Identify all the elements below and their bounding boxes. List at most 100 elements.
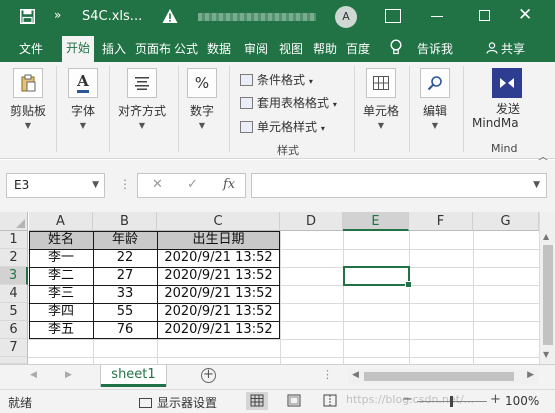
formula-bar-splitter[interactable]: ⋮ bbox=[119, 177, 131, 191]
group-divider bbox=[178, 66, 179, 152]
scroll-thumb[interactable] bbox=[364, 372, 514, 381]
enter-check-icon[interactable]: ✓ bbox=[187, 177, 198, 192]
cancel-icon[interactable]: ✕ bbox=[152, 177, 163, 192]
cell-a1[interactable]: 姓名 bbox=[29, 231, 93, 249]
number-button[interactable]: % 数字 ▼ bbox=[184, 68, 220, 130]
alignment-button[interactable]: 对齐方式 ▼ bbox=[114, 68, 170, 130]
cell-b6[interactable]: 76 bbox=[93, 321, 157, 339]
cell-styles-button[interactable]: 单元格样式 ▾ bbox=[240, 118, 325, 135]
column-header-g[interactable]: G bbox=[473, 212, 539, 231]
zoom-in-icon[interactable]: + bbox=[490, 392, 501, 407]
user-avatar[interactable]: A bbox=[335, 6, 357, 28]
cell-a2[interactable]: 李一 bbox=[29, 249, 93, 267]
warning-icon[interactable] bbox=[162, 8, 178, 24]
group-divider bbox=[109, 66, 110, 152]
cell-c3[interactable]: 2020/9/21 13:52 bbox=[157, 267, 280, 285]
cell-b4[interactable]: 33 bbox=[93, 285, 157, 303]
quick-access-more-button[interactable]: » bbox=[54, 8, 61, 22]
row-header-3[interactable]: 3 bbox=[0, 267, 28, 285]
row-header-5[interactable]: 5 bbox=[0, 303, 28, 321]
worksheet-grid[interactable]: A B C D E F G 1 2 3 4 5 6 7 姓名 年龄 出生日期 李… bbox=[0, 212, 555, 364]
cell-b5[interactable]: 55 bbox=[93, 303, 157, 321]
add-sheet-icon[interactable]: + bbox=[201, 368, 216, 383]
cell-a5[interactable]: 李四 bbox=[29, 303, 93, 321]
cell-b1[interactable]: 年龄 bbox=[93, 231, 157, 249]
cell-c1[interactable]: 出生日期 bbox=[157, 231, 280, 249]
column-header-a[interactable]: A bbox=[29, 212, 93, 231]
clipboard-button[interactable]: 剪贴板 ▼ bbox=[7, 68, 49, 130]
ribbon-display-options-icon[interactable] bbox=[385, 9, 401, 23]
conditional-formatting-button[interactable]: 条件格式 ▾ bbox=[240, 71, 313, 88]
font-button[interactable]: A 字体 ▼ bbox=[64, 68, 102, 130]
insert-function-icon[interactable]: fx bbox=[223, 177, 235, 192]
save-icon[interactable] bbox=[20, 9, 35, 24]
name-box[interactable]: E3 ▼ bbox=[6, 173, 105, 198]
normal-view-button[interactable] bbox=[246, 392, 268, 410]
cell-a4[interactable]: 李三 bbox=[29, 285, 93, 303]
zoom-out-icon[interactable]: − bbox=[402, 392, 413, 407]
scroll-up-icon[interactable]: ▲ bbox=[543, 232, 549, 241]
cell-c6[interactable]: 2020/9/21 13:52 bbox=[157, 321, 280, 339]
active-cell-e3[interactable] bbox=[343, 266, 412, 288]
tab-review[interactable]: 审阅 bbox=[244, 40, 268, 57]
row-header-7[interactable]: 7 bbox=[0, 339, 28, 357]
cell-a6[interactable]: 李五 bbox=[29, 321, 93, 339]
tab-page-layout[interactable]: 页面布 bbox=[135, 40, 171, 57]
expand-formula-bar-icon[interactable]: ▼ bbox=[533, 180, 540, 190]
tell-me-search[interactable]: 告诉我 bbox=[417, 40, 453, 57]
next-sheet-icon[interactable]: ▶ bbox=[65, 370, 72, 380]
share-button[interactable]: 共享 bbox=[486, 40, 525, 57]
cell-c5[interactable]: 2020/9/21 13:52 bbox=[157, 303, 280, 321]
page-break-view-button[interactable] bbox=[319, 392, 341, 410]
select-all-button[interactable] bbox=[0, 212, 28, 231]
cell-a3[interactable]: 李二 bbox=[29, 267, 93, 285]
row-header-2[interactable]: 2 bbox=[0, 249, 28, 267]
close-button[interactable]: ✕ bbox=[518, 5, 532, 25]
tab-insert[interactable]: 插入 bbox=[102, 40, 126, 57]
maximize-button[interactable] bbox=[479, 10, 490, 21]
horizontal-scrollbar[interactable]: ◀ ▶ bbox=[348, 369, 538, 384]
tab-splitter-icon[interactable]: ⋮ bbox=[322, 368, 333, 381]
cells-button[interactable]: 单元格 ▼ bbox=[360, 68, 402, 130]
scroll-down-icon[interactable]: ▼ bbox=[543, 350, 549, 359]
tab-data[interactable]: 数据 bbox=[207, 40, 231, 57]
send-to-mindmanager-button[interactable]: 发送 MindMa bbox=[472, 68, 544, 130]
tab-home[interactable]: 开始 bbox=[62, 36, 95, 62]
formula-input[interactable]: ▼ bbox=[251, 173, 547, 198]
tab-view[interactable]: 视图 bbox=[279, 40, 303, 57]
zoom-slider-thumb[interactable] bbox=[450, 396, 453, 407]
tab-file[interactable]: 文件 bbox=[19, 40, 43, 57]
cell-b2[interactable]: 22 bbox=[93, 249, 157, 267]
vertical-scrollbar[interactable]: ▲ ▼ bbox=[539, 212, 555, 364]
zoom-level[interactable]: 100% bbox=[505, 394, 539, 408]
column-header-f[interactable]: F bbox=[409, 212, 473, 231]
scroll-right-icon[interactable]: ▶ bbox=[527, 370, 534, 380]
tab-help[interactable]: 帮助 bbox=[313, 40, 337, 57]
prev-sheet-icon[interactable]: ◀ bbox=[30, 370, 37, 380]
gridline bbox=[28, 357, 539, 358]
row-header-6[interactable]: 6 bbox=[0, 321, 28, 339]
row-header-4[interactable]: 4 bbox=[0, 285, 28, 303]
tab-formulas[interactable]: 公式 bbox=[174, 40, 198, 57]
column-header-e[interactable]: E bbox=[343, 212, 409, 231]
page-layout-view-button[interactable] bbox=[283, 392, 305, 410]
column-header-c[interactable]: C bbox=[157, 212, 280, 231]
cell-b3[interactable]: 27 bbox=[93, 267, 157, 285]
styles-group-label: 样式 bbox=[277, 144, 299, 157]
scroll-left-icon[interactable]: ◀ bbox=[352, 370, 359, 380]
table-border-line bbox=[29, 285, 280, 286]
minimize-button[interactable] bbox=[431, 16, 443, 17]
column-header-b[interactable]: B bbox=[93, 212, 157, 231]
sheet-tab-sheet1[interactable]: sheet1 bbox=[101, 365, 166, 387]
row-header-1[interactable]: 1 bbox=[0, 231, 28, 249]
display-settings-button[interactable]: 显示器设置 bbox=[139, 394, 217, 411]
scroll-thumb[interactable] bbox=[543, 245, 553, 345]
cell-c4[interactable]: 2020/9/21 13:52 bbox=[157, 285, 280, 303]
tab-baidu[interactable]: 百度 bbox=[346, 40, 370, 57]
column-header-d[interactable]: D bbox=[280, 212, 343, 231]
format-as-table-button[interactable]: 套用表格格式 ▾ bbox=[240, 94, 337, 111]
editing-button[interactable]: 编辑 ▼ bbox=[416, 68, 454, 130]
row-header-8[interactable] bbox=[0, 357, 28, 364]
chevron-down-icon[interactable]: ▼ bbox=[92, 174, 99, 197]
cell-c2[interactable]: 2020/9/21 13:52 bbox=[157, 249, 280, 267]
